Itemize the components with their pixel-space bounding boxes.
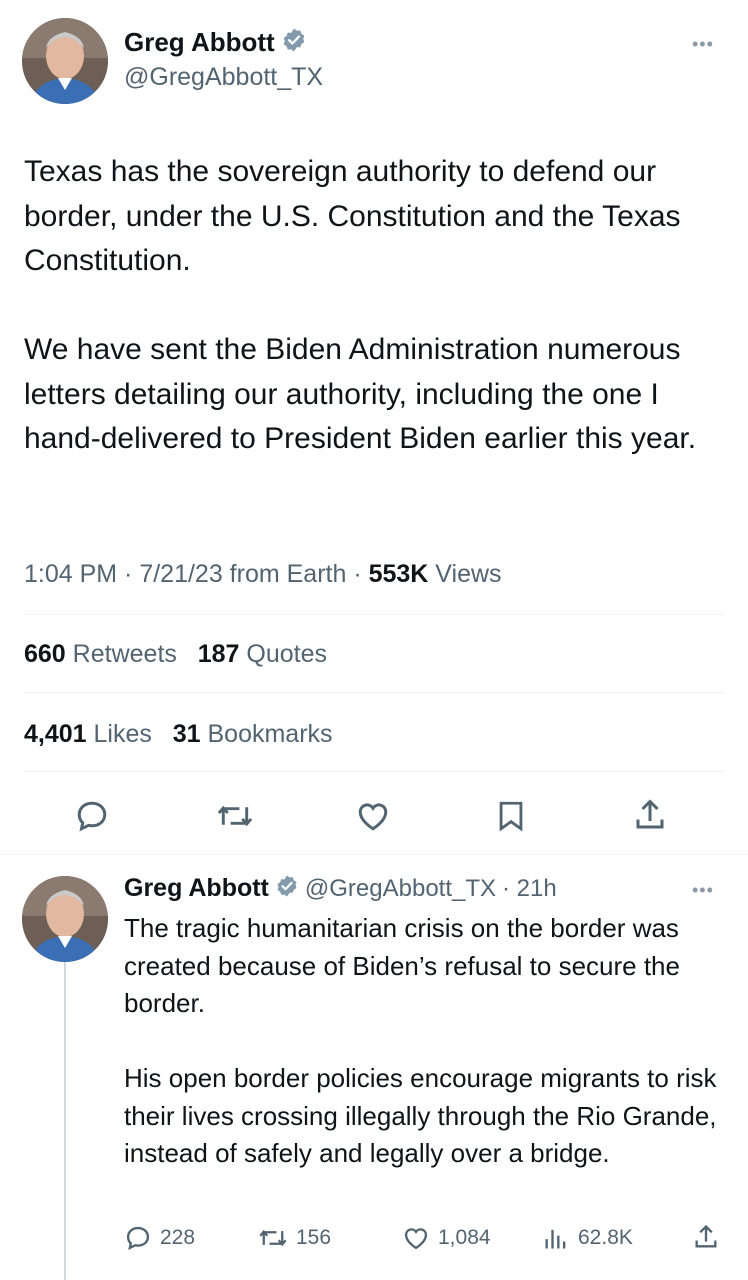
verified-badge-icon: [281, 27, 307, 58]
reply-reply-button[interactable]: 228: [124, 1224, 195, 1252]
reply-views-button[interactable]: 62.8K: [542, 1224, 633, 1252]
reply-icon: [126, 1226, 150, 1250]
reply-more-options-icon[interactable]: •••: [692, 880, 714, 901]
reply-timestamp[interactable]: · 21h: [502, 875, 557, 903]
reply-author-handle[interactable]: @GregAbbott_TX: [305, 875, 496, 903]
verified-badge-icon: [275, 874, 299, 903]
reply-text-paragraph-2: His open border policies encourage migra…: [124, 1063, 717, 1168]
likes-count: 4,401: [24, 720, 87, 748]
quotes-stat[interactable]: 187 Quotes: [198, 640, 327, 668]
tweet-meta: 1:04 PM · 7/21/23 from Earth · 553K View…: [24, 560, 502, 589]
retweet-count: 156: [296, 1226, 332, 1249]
reply-icon: [77, 801, 107, 832]
bookmark-button[interactable]: [494, 798, 528, 834]
avatar-image: [22, 876, 108, 962]
divider: [24, 771, 724, 772]
reply-retweet-button[interactable]: 156: [258, 1224, 331, 1252]
retweet-icon: [217, 805, 253, 827]
avatar-image: [22, 18, 108, 104]
avatar[interactable]: [22, 18, 108, 104]
share-icon: [695, 1224, 717, 1248]
tweet-text-paragraph-1: Texas has the sovereign authority to def…: [24, 155, 681, 277]
retweet-quote-stats: 660 Retweets 187 Quotes: [24, 640, 327, 669]
like-button[interactable]: [354, 798, 392, 834]
bookmarks-label: Bookmarks: [207, 720, 333, 748]
likes-label: Likes: [93, 720, 152, 748]
retweets-count: 660: [24, 640, 66, 668]
like-icon: [404, 1228, 428, 1250]
divider: [0, 854, 748, 855]
retweet-icon: [259, 1229, 287, 1247]
likes-stat[interactable]: 4,401 Likes: [24, 720, 152, 748]
reply-like-button[interactable]: 1,084: [402, 1224, 491, 1252]
avatar[interactable]: [22, 876, 108, 962]
likes-bookmark-stats: 4,401 Likes 31 Bookmarks: [24, 720, 333, 749]
reply-author-name[interactable]: Greg Abbott: [124, 874, 269, 903]
quotes-label: Quotes: [246, 640, 328, 668]
like-count: 1,084: [438, 1226, 491, 1249]
thread-line: [64, 958, 66, 1280]
share-icon: [636, 799, 664, 829]
tweet-timestamp[interactable]: 1:04 PM · 7/21/23 from Earth ·: [24, 560, 369, 588]
divider: [24, 692, 724, 693]
reply-button[interactable]: [74, 798, 110, 834]
divider: [24, 614, 724, 615]
views-count: 62.8K: [578, 1226, 633, 1249]
tweet-text-paragraph-2: We have sent the Biden Administration nu…: [24, 333, 697, 455]
reply-text-paragraph-1: The tragic humanitarian crisis on the bo…: [124, 913, 680, 1018]
retweets-label: Retweets: [72, 640, 177, 668]
more-options-icon[interactable]: •••: [692, 34, 714, 55]
retweet-button[interactable]: [216, 798, 254, 834]
reply-count: 228: [160, 1226, 196, 1249]
views-icon: [545, 1229, 566, 1249]
views-count: 553K: [368, 560, 429, 588]
author-handle[interactable]: @GregAbbott_TX: [124, 63, 323, 92]
author-name[interactable]: Greg Abbott: [124, 27, 275, 58]
retweets-stat[interactable]: 660 Retweets: [24, 640, 177, 668]
bookmarks-count: 31: [172, 720, 201, 748]
views-label: Views: [428, 560, 502, 588]
share-button[interactable]: [632, 796, 668, 834]
like-icon: [358, 803, 388, 831]
reply-share-button[interactable]: [692, 1222, 720, 1252]
quotes-count: 187: [197, 640, 240, 668]
bookmark-icon: [499, 801, 523, 832]
bookmarks-stat[interactable]: 31 Bookmarks: [173, 720, 333, 748]
